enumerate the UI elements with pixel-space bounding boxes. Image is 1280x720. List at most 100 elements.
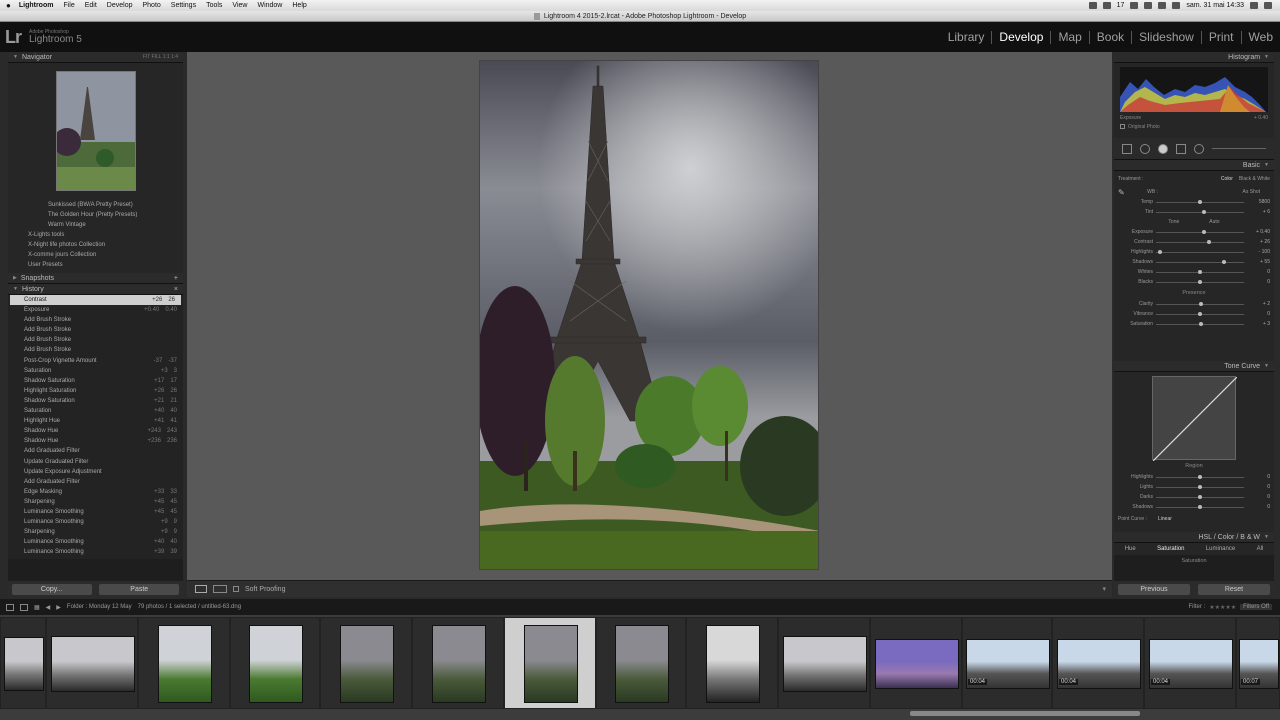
snapshots-header[interactable]: ▶ Snapshots + [8,273,183,284]
slider-knob[interactable] [1198,199,1202,204]
preset-folder[interactable]: X-Night life photos Collection [8,240,183,250]
module-develop[interactable]: Develop [992,31,1052,44]
crop-tool-icon[interactable] [1122,143,1132,154]
slider-value[interactable]: 5800 [1248,199,1270,205]
slider-value[interactable]: 0 [1248,269,1270,275]
wifi-icon[interactable] [1130,2,1139,9]
slider-track[interactable] [1156,311,1244,316]
history-item[interactable]: Add Graduated Filter [8,477,183,487]
hsl-tab-hue[interactable]: Hue [1125,546,1136,552]
history-item[interactable]: Saturation +40 40 [8,406,183,416]
calendar-date[interactable]: 17 [1117,2,1125,9]
slider-value[interactable]: 0 [1248,484,1270,490]
history-item[interactable]: Edge Masking +33 33 [8,487,183,497]
filmstrip-cell[interactable]: 00:04 [1144,617,1236,709]
slider-track[interactable] [1156,494,1244,499]
filmstrip-thumbnail[interactable] [158,625,212,703]
slider-value[interactable]: 0 [1248,474,1270,480]
filter-dropdown[interactable]: Filters Off [1240,604,1272,610]
spot-removal-icon[interactable] [1140,143,1150,154]
history-item[interactable]: Sharpening +45 45 [8,497,183,507]
slider-knob[interactable] [1206,239,1211,244]
menubar-clock[interactable]: sam. 31 mai 14:33 [1186,2,1244,9]
history-item[interactable]: Add Graduated Filter [8,446,183,456]
history-item[interactable]: Shadow Hue +236 236 [8,436,183,446]
slider-knob[interactable] [1198,321,1203,326]
filmstrip-cell[interactable] [46,617,138,709]
hsl-header[interactable]: HSL / Color / B & W ▼ [1114,532,1274,543]
slider-knob[interactable] [1198,494,1202,499]
filmstrip-thumbnail[interactable] [875,639,959,689]
module-map[interactable]: Map [1051,31,1090,44]
filmstrip-cell[interactable] [504,617,596,709]
hsl-tab-luminance[interactable]: Luminance [1206,546,1235,552]
slider-track[interactable] [1156,484,1244,489]
history-item[interactable]: Luminance Smoothing +40 40 [8,537,183,547]
filmstrip-cell[interactable] [320,617,412,709]
clear-history-icon[interactable]: × [174,286,178,293]
slider-knob[interactable] [1198,301,1203,306]
toolbar-menu-icon[interactable]: ▾ [1102,585,1106,593]
filmstrip-cell[interactable]: 00:07 [1236,617,1280,709]
slider-track[interactable] [1156,229,1244,234]
slider-track[interactable] [1156,269,1244,274]
slider-value[interactable]: + 55 [1248,259,1270,265]
reset-button[interactable]: Reset [1198,583,1270,595]
slider-knob[interactable] [1198,484,1202,489]
menu-develop[interactable]: Develop [107,2,133,9]
slider-value[interactable]: + 6 [1248,209,1270,215]
menu-view[interactable]: View [232,2,247,9]
history-item[interactable]: Exposure +0.40 0.40 [8,305,183,315]
history-item[interactable]: Highlight Saturation +26 26 [8,386,183,396]
menu-help[interactable]: Help [292,2,306,9]
slider-knob[interactable] [1198,504,1202,509]
filmstrip-cell[interactable] [686,617,778,709]
menu-file[interactable]: File [63,2,74,9]
main-photo[interactable] [479,60,819,570]
spotlight-icon[interactable] [1250,2,1258,9]
histogram-header[interactable]: Histogram ▼ [1114,52,1274,63]
notifications-icon[interactable] [1264,2,1272,9]
module-book[interactable]: Book [1090,31,1133,44]
slider-track[interactable] [1156,321,1244,326]
original-photo-checkbox[interactable] [1120,124,1125,129]
hsl-tab-all[interactable]: All [1257,546,1264,552]
slider-value[interactable]: 0 [1248,494,1270,500]
treatment-bw[interactable]: Black & White [1239,176,1270,182]
filmstrip-cell[interactable] [0,617,46,709]
module-print[interactable]: Print [1202,31,1242,44]
preset-item[interactable]: Warm Vintage [8,220,183,230]
history-item[interactable]: Saturation +3 3 [8,366,183,376]
slider-value[interactable]: + 26 [1248,239,1270,245]
filmstrip-thumbnail[interactable] [783,636,867,692]
filmstrip-cell[interactable] [778,617,870,709]
filmstrip-folder[interactable]: Folder : Monday 12 May [67,604,132,610]
copy-button[interactable]: Copy... [11,583,92,595]
slider-track[interactable] [1156,199,1244,204]
filmstrip-thumbnail[interactable] [615,625,669,703]
filmstrip-cell[interactable]: 00:04 [1052,617,1144,709]
slider-track[interactable] [1156,301,1244,306]
menu-tools[interactable]: Tools [206,2,222,9]
brush-slider[interactable] [1212,148,1266,149]
hsl-tab-saturation[interactable]: Saturation [1157,546,1184,552]
eyedropper-icon[interactable]: ✎ [1118,188,1128,197]
filter-stars[interactable]: ★★★★★ [1209,604,1236,611]
navigator-zoom-options[interactable]: FIT FILL 1:1 1:4 [143,54,178,60]
filmstrip-cell[interactable]: 00:04 [962,617,1052,709]
slider-value[interactable]: 0 [1248,279,1270,285]
history-header[interactable]: ▼ History × [8,284,183,295]
slider-track[interactable] [1156,209,1244,214]
preset-item[interactable]: The Golden Hour (Pretty Presets) [8,210,183,220]
slider-value[interactable]: 0 [1248,311,1270,317]
point-curve-value[interactable]: Linear [1158,516,1172,522]
status-icon[interactable] [1102,2,1111,9]
slider-track[interactable] [1156,504,1244,509]
history-item[interactable]: Shadow Saturation +21 21 [8,396,183,406]
forward-arrow-icon[interactable]: ▶ [56,604,61,611]
history-item[interactable]: Luminance Smoothing +45 45 [8,507,183,517]
main-window-icon[interactable] [6,603,14,611]
slider-track[interactable] [1156,259,1244,264]
menu-window[interactable]: Window [257,2,282,9]
slider-value[interactable]: - 100 [1248,249,1270,255]
